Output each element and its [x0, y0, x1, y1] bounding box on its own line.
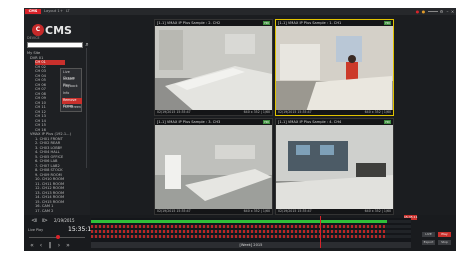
playback-date: 2/19/2015: [54, 218, 75, 223]
cms-logo-text: CMS: [45, 24, 72, 37]
camera-timestamp: 02/19/2015 15:35:47: [157, 209, 191, 213]
notification-icon[interactable]: ●: [421, 9, 426, 14]
rewind-icon[interactable]: «: [28, 242, 36, 249]
context-menu-item[interactable]: Info: [62, 91, 82, 97]
camera-resolution: 640 x 352 | 1/60: [364, 209, 391, 213]
camera-resolution: 640 x 352 | 1/60: [243, 209, 270, 213]
camera-timestamp: 02/19/2015 15:35:47: [278, 110, 312, 114]
camera-view-ch4: [276, 125, 393, 209]
camera-tile[interactable]: [1-1] VMAX IP Plus Sample : 3. CH3 HD 02…: [154, 118, 273, 215]
camera-tile-selected[interactable]: [1-1] VMAX IP Plus Sample : 1. CH1 HD 02…: [275, 19, 394, 116]
search-input[interactable]: [27, 42, 83, 48]
tree-scrollbar[interactable]: [86, 48, 87, 168]
camera-resolution: 640 x 352 | 1/60: [243, 110, 270, 114]
camera-view-ch3: [155, 125, 272, 209]
section-label: DEVICE: [27, 36, 40, 40]
tab-layout[interactable]: Layout 1: [44, 9, 60, 14]
context-menu-item[interactable]: Playback: [62, 84, 82, 90]
fast-forward-icon[interactable]: »: [64, 242, 72, 249]
step-forward-icon[interactable]: ⧐: [41, 217, 49, 224]
timeline-cursor[interactable]: [320, 216, 321, 248]
stop-button[interactable]: Stop: [438, 240, 451, 245]
camera-tile[interactable]: [1-1] VMAX IP Plus Sample : 2. CH2 HD 02…: [154, 19, 273, 116]
tree-item[interactable]: 17. CAM 2: [35, 209, 85, 214]
timeline-track: [91, 225, 411, 228]
hd-badge: HD: [263, 120, 270, 124]
camera-title: [1-1] VMAX IP Plus Sample : 1. CH1: [278, 21, 342, 25]
tab-lt[interactable]: LT: [66, 9, 70, 14]
play-button[interactable]: Play: [438, 232, 451, 237]
recording-segment-red: [91, 230, 387, 233]
timeline-track: [91, 235, 411, 238]
play-icon[interactable]: ›: [55, 242, 63, 249]
device-panel: C CMS DEVICE ⌕ My Site DVR 01 CH 01 CH 02 CH…: [24, 15, 90, 215]
camera-view-ch1: [276, 26, 393, 110]
app-badge: CMS: [25, 9, 41, 14]
timeline-axis-label: [Week] 2015: [91, 242, 411, 248]
cms-logo-mark: C: [32, 24, 44, 36]
context-menu-item[interactable]: Instant Play: [62, 77, 82, 87]
context-menu-item[interactable]: Remove Group: [62, 98, 82, 108]
hd-badge: HD: [384, 120, 391, 124]
step-back-icon[interactable]: ⧏: [30, 217, 38, 224]
camera-resolution: 640 x 352 | 1/60: [364, 110, 391, 114]
pause-icon[interactable]: ‖: [46, 242, 54, 249]
add-tab-button[interactable]: +: [60, 9, 63, 14]
camera-title: [1-1] VMAX IP Plus Sample : 3. CH3: [157, 120, 221, 124]
timeline-track: [91, 220, 411, 223]
search-icon[interactable]: ⌕: [84, 41, 90, 49]
live-button[interactable]: LIVE: [422, 232, 435, 237]
camera-timestamp: 02/19/2015 15:35:47: [157, 110, 191, 114]
hd-badge: HD: [384, 21, 391, 25]
live-play-label: Live Play: [28, 228, 44, 232]
recording-segment-red: [91, 225, 387, 228]
context-menu: Live Stream Instant Play Playback Info Remov…: [60, 68, 82, 112]
context-menu-item[interactable]: Live Stream: [62, 70, 82, 80]
camera-timestamp: 02/19/2015 15:35:47: [278, 209, 312, 213]
alert-icon[interactable]: ●: [415, 9, 420, 14]
camera-tile[interactable]: [1-1] VMAX IP Plus Sample : 4. CH4 HD 02…: [275, 118, 394, 215]
volume-slider[interactable]: [428, 11, 438, 12]
camera-view-ch2: [155, 26, 272, 110]
camera-title: [1-1] VMAX IP Plus Sample : 2. CH2: [157, 21, 221, 25]
close-icon[interactable]: ×: [450, 9, 455, 14]
camera-grid: [1-1] VMAX IP Plus Sample : 2. CH2 HD 02…: [154, 19, 394, 215]
timeline[interactable]: [Week] 2015: [91, 218, 411, 248]
hd-badge: HD: [263, 21, 270, 25]
previous-frame-icon[interactable]: ‹: [37, 242, 45, 249]
recording-segment-green: [91, 220, 387, 223]
camera-title: [1-1] VMAX IP Plus Sample : 4. CH4: [278, 120, 342, 124]
title-bar: CMS Layout 1 + LT ● ● ⚙ – ×: [24, 8, 456, 15]
speed-slider-handle[interactable]: [56, 235, 60, 239]
settings-icon[interactable]: ⚙: [439, 9, 444, 14]
recording-segment-red: [91, 235, 387, 238]
export-button[interactable]: Export: [422, 240, 435, 245]
timeline-track: [91, 230, 411, 233]
app-window: CMS Layout 1 + LT ● ● ⚙ – × C CMS DEVICE…: [24, 8, 456, 251]
context-menu-item[interactable]: Full Screen: [62, 105, 82, 111]
